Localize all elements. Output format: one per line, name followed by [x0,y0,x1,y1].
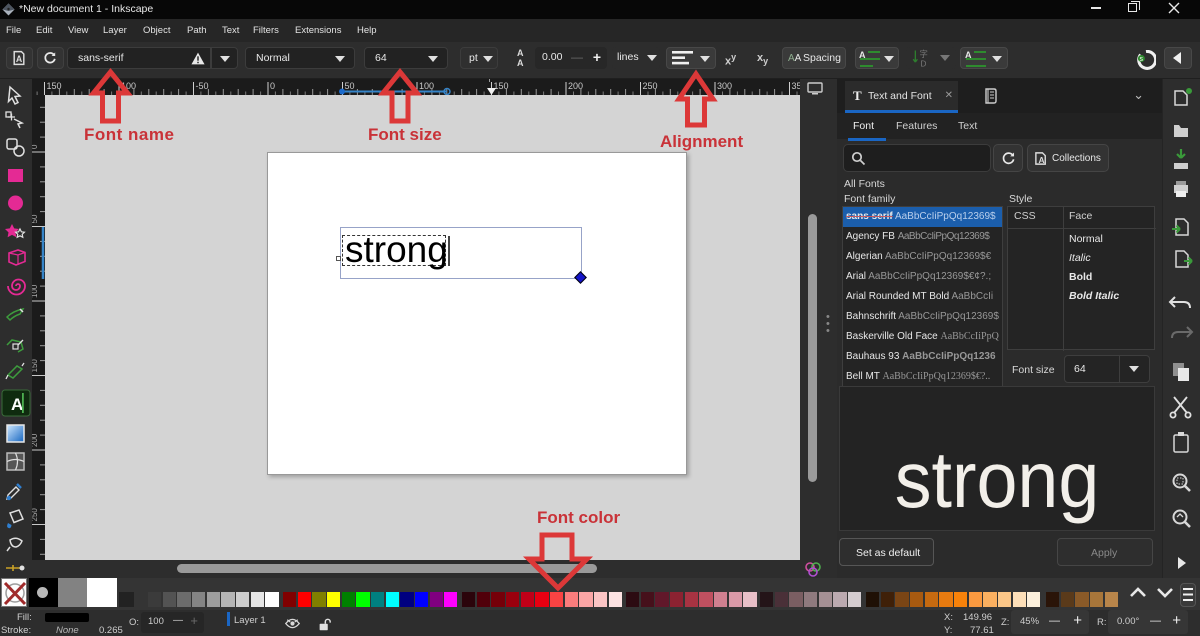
svg-text:A: A [1038,155,1044,165]
svg-text:35: 35 [792,81,801,91]
svg-text:A: A [11,395,23,414]
svg-text:100: 100 [32,284,39,298]
svg-text:s: s [1139,56,1143,63]
svg-text:0: 0 [32,144,39,149]
svg-text:250: 250 [32,508,39,522]
svg-text:200: 200 [32,433,39,447]
svg-text:150: 150 [32,359,39,373]
svg-text:-50: -50 [196,81,209,91]
svg-text:50: 50 [32,214,39,223]
svg-text:A: A [16,54,23,64]
svg-text:D: D [920,58,926,68]
svg-text:0: 0 [270,81,275,91]
svg-text:50: 50 [345,81,355,91]
